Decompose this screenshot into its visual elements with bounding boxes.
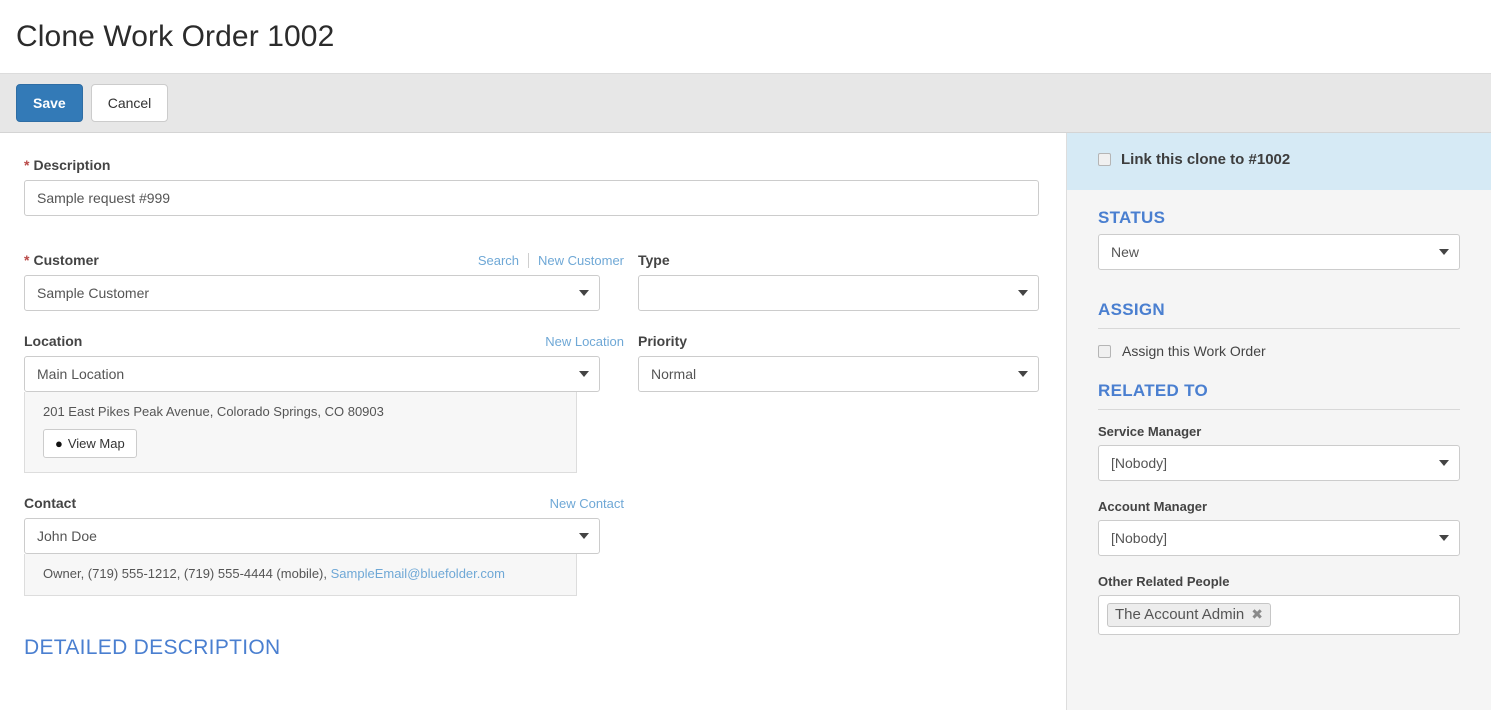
customer-label-text: Customer — [33, 252, 99, 268]
new-location-link[interactable]: New Location — [545, 334, 624, 349]
location-label-text: Location — [24, 333, 83, 349]
link-clone-banner: Link this clone to #1002 — [1067, 133, 1491, 190]
priority-label-text: Priority — [638, 333, 688, 349]
required-marker: * — [24, 252, 30, 268]
service-manager-label: Service Manager — [1098, 424, 1202, 439]
location-select[interactable]: Main Location — [24, 356, 600, 392]
customer-select-value: Sample Customer — [37, 285, 150, 301]
sidebar-content: STATUS New ASSIGN Assign this Work Order… — [1067, 190, 1491, 635]
customer-select[interactable]: Sample Customer — [24, 275, 600, 311]
map-pin-icon: ● — [55, 436, 63, 451]
type-select[interactable] — [638, 275, 1039, 311]
customer-search-link[interactable]: Search — [478, 253, 519, 268]
account-manager-label: Account Manager — [1098, 499, 1208, 514]
location-address: 201 East Pikes Peak Avenue, Colorado Spr… — [43, 404, 384, 419]
page-title: Clone Work Order 1002 — [16, 19, 335, 53]
status-select[interactable]: New — [1098, 234, 1460, 270]
sidebar: Link this clone to #1002 STATUS New ASSI… — [1066, 133, 1491, 710]
contact-label: Contact — [24, 495, 76, 511]
chevron-down-icon — [1439, 535, 1449, 541]
other-related-people-field[interactable]: The Account Admin ✖ — [1098, 595, 1460, 635]
link-clone-checkbox[interactable] — [1098, 153, 1111, 166]
service-manager-value: [Nobody] — [1111, 455, 1168, 471]
chevron-down-icon — [579, 533, 589, 539]
assign-work-order-checkbox[interactable] — [1098, 344, 1111, 358]
description-label: * Description — [24, 157, 1066, 173]
status-heading: STATUS — [1098, 208, 1166, 227]
other-related-people-label: Other Related People — [1098, 574, 1230, 589]
detailed-description-heading: DETAILED DESCRIPTION — [24, 636, 281, 659]
form-right-column: Type Priority Normal — [638, 252, 1053, 660]
page-body: * Description * Customer Search New Cust… — [0, 133, 1491, 710]
location-label-actions: New Location — [545, 334, 624, 349]
customer-label: * Customer — [24, 252, 99, 268]
tag-label: The Account Admin — [1115, 606, 1245, 623]
customer-label-actions: Search New Customer — [478, 253, 624, 268]
contact-label-text: Contact — [24, 495, 77, 511]
description-input[interactable] — [24, 180, 1039, 216]
type-label-text: Type — [638, 252, 670, 268]
contact-email-link[interactable]: SampleEmail@bluefolder.com — [331, 566, 505, 581]
new-customer-link[interactable]: New Customer — [538, 253, 624, 268]
contact-label-row: Contact New Contact — [24, 495, 624, 518]
description-label-text: Description — [33, 157, 111, 173]
close-icon[interactable]: ✖ — [1251, 606, 1263, 623]
location-select-value: Main Location — [37, 366, 125, 382]
chevron-down-icon — [1439, 249, 1449, 255]
customer-label-row: * Customer Search New Customer — [24, 252, 624, 275]
chevron-down-icon — [1018, 371, 1028, 377]
contact-info-box: Owner, (719) 555-1212, (719) 555-4444 (m… — [24, 554, 577, 596]
contact-select[interactable]: John Doe — [24, 518, 600, 554]
contact-label-actions: New Contact — [550, 496, 624, 511]
link-clone-label: Link this clone to #1002 — [1121, 151, 1291, 168]
required-marker: * — [24, 157, 30, 173]
priority-select[interactable]: Normal — [638, 356, 1039, 392]
divider — [528, 253, 530, 268]
related-to-heading: RELATED TO — [1098, 381, 1460, 410]
chevron-down-icon — [579, 290, 589, 296]
service-manager-select[interactable]: [Nobody] — [1098, 445, 1460, 481]
priority-label: Priority — [638, 333, 1053, 349]
account-manager-select[interactable]: [Nobody] — [1098, 520, 1460, 556]
view-map-label: View Map — [67, 436, 125, 451]
chevron-down-icon — [1439, 460, 1449, 466]
form-left-column: * Customer Search New Customer Sample Cu… — [24, 252, 624, 660]
assign-heading: ASSIGN — [1098, 300, 1460, 329]
chevron-down-icon — [579, 371, 589, 377]
location-info-box: 201 East Pikes Peak Avenue, Colorado Spr… — [24, 392, 577, 473]
main-form-column: * Description * Customer Search New Cust… — [0, 133, 1066, 710]
save-button[interactable]: Save — [16, 84, 83, 122]
location-label: Location — [24, 333, 82, 349]
new-contact-link[interactable]: New Contact — [550, 496, 624, 511]
chevron-down-icon — [1018, 290, 1028, 296]
type-label: Type — [638, 252, 1053, 268]
action-toolbar: Save Cancel — [0, 73, 1491, 133]
priority-select-value: Normal — [651, 366, 697, 382]
assign-work-order-label: Assign this Work Order — [1122, 343, 1266, 359]
page-header: Clone Work Order 1002 — [0, 0, 1491, 73]
contact-details: Owner, (719) 555-1212, (719) 555-4444 (m… — [43, 566, 331, 581]
form-two-column-row: * Customer Search New Customer Sample Cu… — [24, 252, 1066, 660]
tag-chip: The Account Admin ✖ — [1107, 603, 1271, 627]
view-map-button[interactable]: ● View Map — [43, 429, 137, 458]
contact-select-value: John Doe — [37, 528, 97, 544]
cancel-button[interactable]: Cancel — [90, 84, 169, 122]
location-label-row: Location New Location — [24, 333, 624, 356]
status-select-value: New — [1111, 244, 1140, 260]
assign-work-order-row: Assign this Work Order — [1098, 343, 1460, 359]
account-manager-value: [Nobody] — [1111, 530, 1168, 546]
